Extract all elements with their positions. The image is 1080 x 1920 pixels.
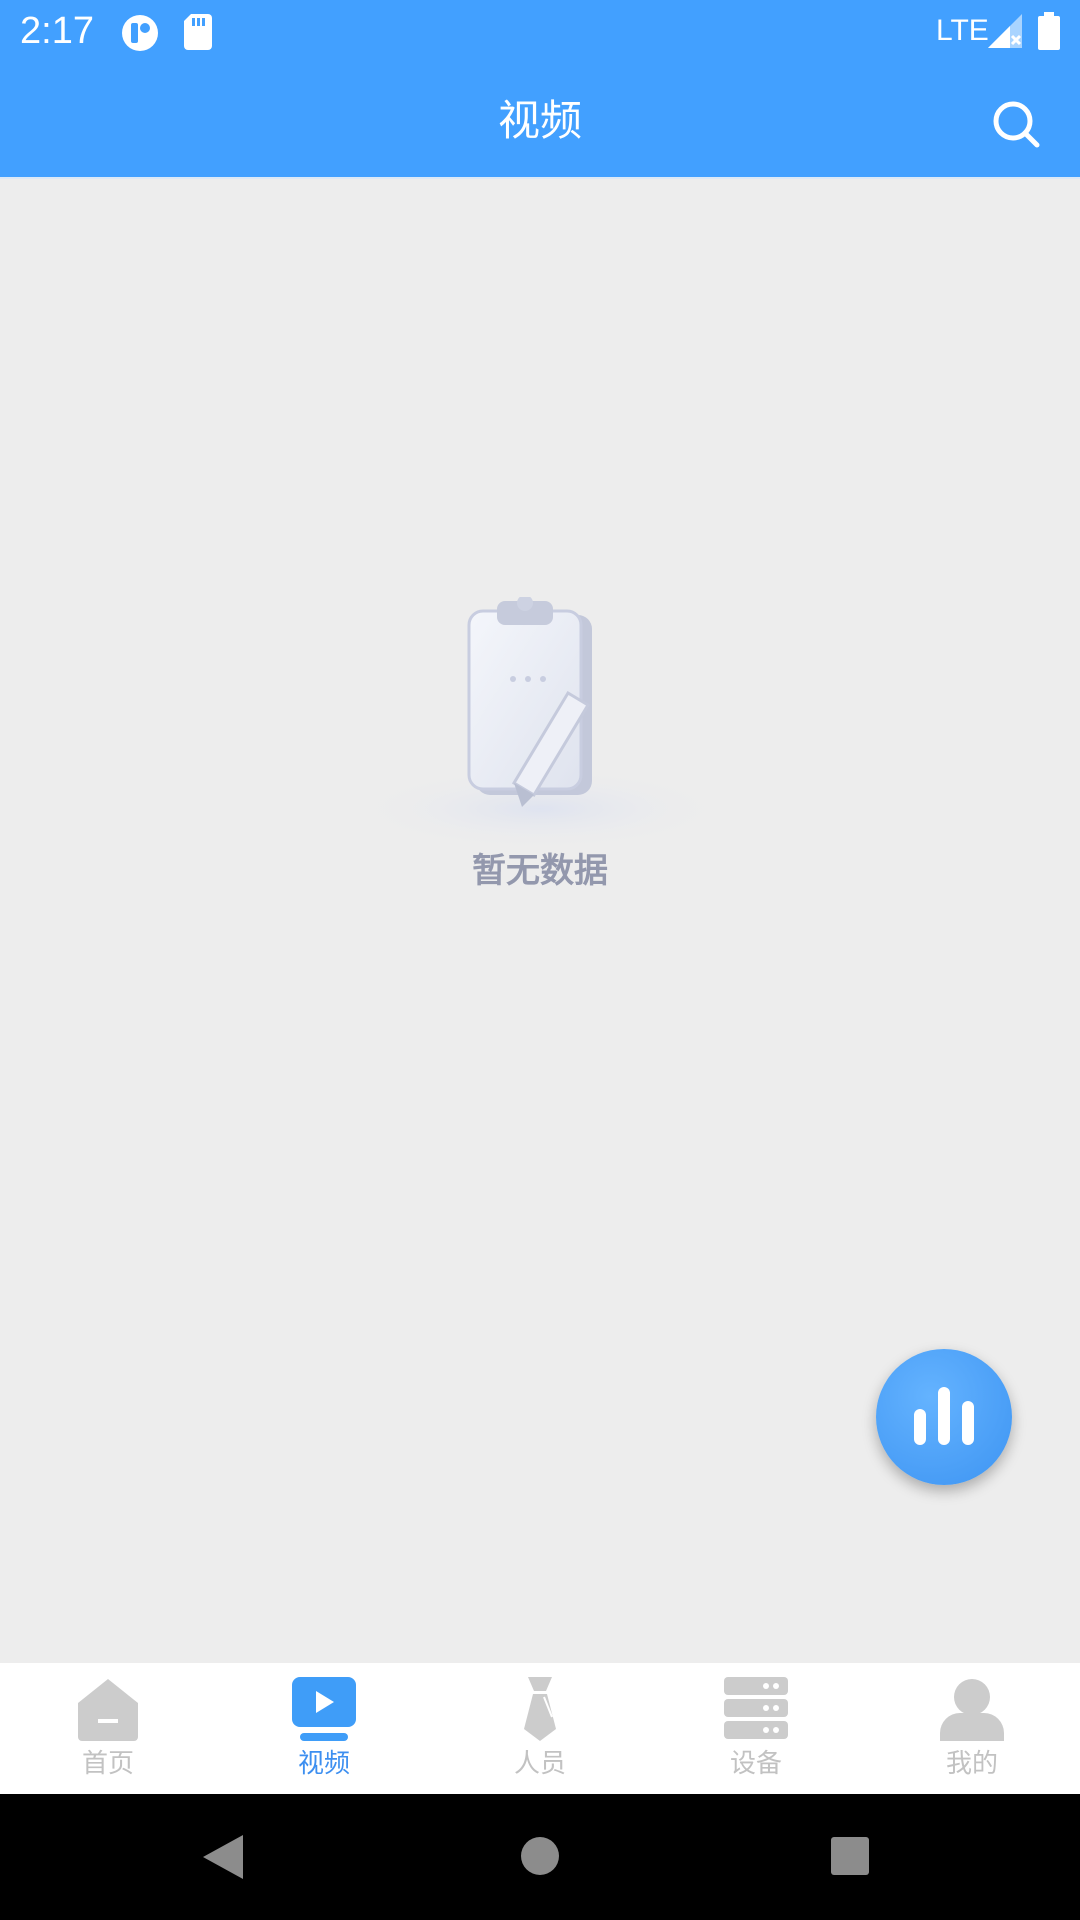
home-circle-icon[interactable] bbox=[521, 1837, 559, 1875]
main-content: 暂无数据 bbox=[0, 179, 1080, 1663]
nav-label-personnel: 人员 bbox=[513, 1749, 566, 1779]
app-header: 视频 bbox=[0, 63, 1080, 177]
nav-item-device[interactable]: 设备 bbox=[648, 1663, 864, 1794]
system-navigation-bar bbox=[0, 1794, 1080, 1920]
empty-state-message: 暂无数据 bbox=[472, 851, 608, 891]
nav-item-video[interactable]: 视频 bbox=[216, 1663, 432, 1794]
bar-chart-icon bbox=[914, 1387, 974, 1445]
signal-icon bbox=[988, 14, 1022, 48]
nav-label-video: 视频 bbox=[297, 1749, 350, 1779]
home-icon bbox=[78, 1679, 138, 1741]
back-icon[interactable] bbox=[203, 1835, 245, 1879]
server-icon bbox=[724, 1677, 788, 1739]
app-notification-icon bbox=[122, 15, 158, 51]
empty-clipboard-icon bbox=[350, 597, 730, 851]
nav-label-mine: 我的 bbox=[945, 1749, 998, 1779]
sd-card-icon bbox=[184, 14, 212, 50]
status-time: 2:17 bbox=[20, 10, 94, 52]
tie-icon bbox=[524, 1677, 556, 1741]
video-icon bbox=[292, 1677, 356, 1741]
nav-label-device: 设备 bbox=[729, 1749, 782, 1779]
user-icon bbox=[940, 1679, 1004, 1741]
search-button[interactable] bbox=[984, 92, 1048, 156]
recents-square-icon[interactable] bbox=[831, 1837, 869, 1875]
battery-icon bbox=[1038, 12, 1060, 50]
page-title: 视频 bbox=[497, 96, 582, 145]
nav-label-home: 首页 bbox=[81, 1749, 134, 1779]
nav-item-personnel[interactable]: 人员 bbox=[432, 1663, 648, 1794]
network-type-label: LTE bbox=[936, 14, 989, 47]
bottom-nav: 首页 视频 人员 设备 我的 bbox=[0, 1663, 1080, 1794]
statistics-fab-button[interactable] bbox=[876, 1349, 1012, 1485]
nav-item-home[interactable]: 首页 bbox=[0, 1663, 216, 1794]
nav-item-mine[interactable]: 我的 bbox=[864, 1663, 1080, 1794]
search-icon bbox=[993, 101, 1040, 148]
status-bar: 2:17 LTE bbox=[0, 0, 1080, 63]
